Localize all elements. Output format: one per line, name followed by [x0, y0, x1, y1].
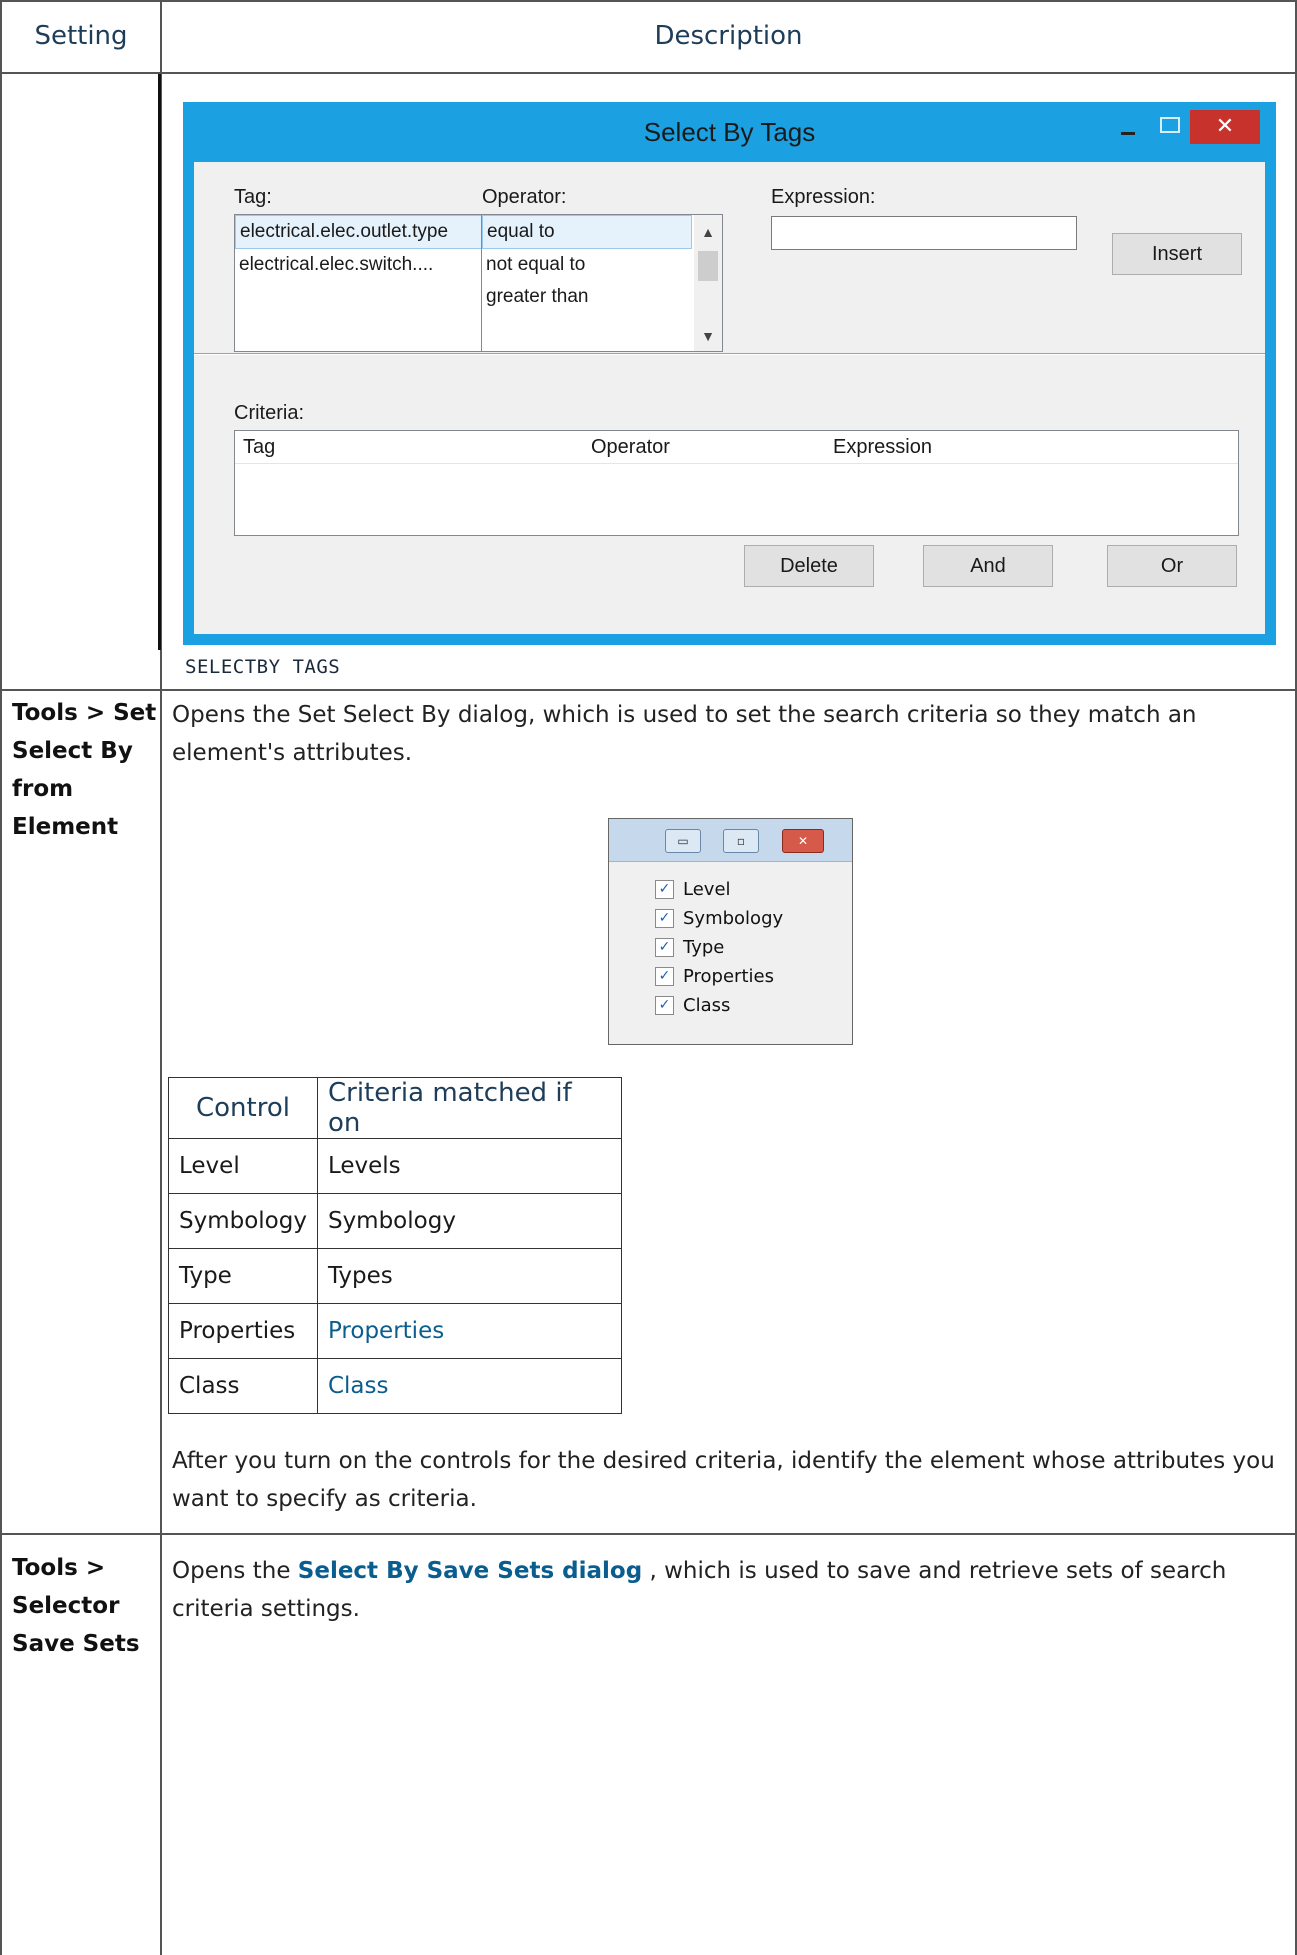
- table-cell: Symbology: [168, 1193, 318, 1249]
- dialog-title-bar: ▭ ▫ ✕: [609, 819, 852, 862]
- column-header-criteria: Criteria matched if on: [316, 1077, 622, 1139]
- row-divider: [0, 1533, 1297, 1535]
- checkbox-label: Level: [683, 878, 731, 900]
- restore-icon[interactable]: ▫: [723, 829, 759, 853]
- operator-scrollbar[interactable]: ▲ ▼: [694, 215, 722, 351]
- divider: [194, 354, 1265, 355]
- class-link[interactable]: Class: [316, 1358, 622, 1414]
- column-header-control: Control: [168, 1077, 318, 1139]
- minimize-icon[interactable]: [1115, 118, 1143, 146]
- list-item[interactable]: greater than: [482, 281, 722, 313]
- expression-input[interactable]: [771, 216, 1077, 250]
- set-select-by-dialog: ▭ ▫ ✕ ✓ Level ✓ Symbology ✓ Type ✓ Prope…: [608, 818, 853, 1045]
- table-row: Properties Properties: [168, 1303, 622, 1359]
- table-row: Level Levels: [168, 1138, 622, 1194]
- select-by-save-sets-link[interactable]: Select By Save Sets dialog: [298, 1558, 642, 1584]
- after-text: After you turn on the controls for the d…: [172, 1448, 1275, 1512]
- checkbox-icon[interactable]: ✓: [655, 879, 674, 899]
- checkbox-type[interactable]: ✓ Type: [655, 933, 724, 961]
- set-select-by-description: Opens the Set Select By dialog, which is…: [172, 702, 1197, 766]
- checkbox-class[interactable]: ✓ Class: [655, 991, 730, 1019]
- checkbox-level[interactable]: ✓ Level: [655, 875, 731, 903]
- select-by-tags-dialog: Select By Tags ✕ Tag: electrical.elec.ou…: [183, 102, 1276, 645]
- list-item[interactable]: electrical.elec.outlet.type: [235, 215, 505, 249]
- checkbox-icon[interactable]: ✓: [655, 995, 674, 1015]
- image-edge: [158, 74, 161, 650]
- close-icon[interactable]: ✕: [1190, 110, 1260, 144]
- scroll-thumb[interactable]: [698, 251, 718, 281]
- column-header-operator[interactable]: Operator: [591, 431, 670, 463]
- checkbox-properties[interactable]: ✓ Properties: [655, 962, 774, 990]
- column-header-tag[interactable]: Tag: [243, 431, 275, 463]
- table-cell: Symbology: [316, 1193, 622, 1249]
- operator-label: Operator:: [482, 186, 567, 208]
- criteria-grid[interactable]: Tag Operator Expression: [234, 430, 1239, 536]
- table-cell: Properties: [168, 1303, 318, 1359]
- table-cell: Types: [316, 1248, 622, 1304]
- table-cell: Type: [168, 1248, 318, 1304]
- dialog-body: Tag: electrical.elec.outlet.type electri…: [194, 162, 1265, 634]
- save-sets-description: Opens the Select By Save Sets dialog , w…: [172, 1552, 1282, 1628]
- expression-label: Expression:: [771, 186, 876, 208]
- list-item[interactable]: not equal to: [482, 249, 722, 281]
- or-button[interactable]: Or: [1107, 545, 1237, 587]
- list-item[interactable]: electrical.elec.switch....: [235, 249, 505, 281]
- image-caption: SELECTBY TAGS: [185, 656, 341, 678]
- header-divider: [0, 72, 1297, 74]
- checkbox-label: Type: [683, 936, 725, 958]
- dialog-title: Select By Tags: [643, 117, 816, 147]
- setting-set-select-by: Tools > Set Select By from Element: [12, 700, 157, 840]
- table-row: Type Types: [168, 1248, 622, 1304]
- criteria-grid-header: Tag Operator Expression: [235, 431, 1238, 464]
- checkbox-icon[interactable]: ✓: [655, 966, 674, 986]
- documentation-table: Setting Description Select By Tags ✕ Tag…: [0, 0, 1297, 1955]
- checkbox-label: Symbology: [683, 907, 784, 929]
- tag-listbox[interactable]: electrical.elec.outlet.type electrical.e…: [234, 214, 506, 352]
- table-cell: Class: [168, 1358, 318, 1414]
- checkbox-symbology[interactable]: ✓ Symbology: [655, 904, 783, 932]
- checkbox-icon[interactable]: ✓: [655, 908, 674, 928]
- header-description: Description: [654, 21, 803, 51]
- tag-label: Tag:: [234, 186, 272, 208]
- minimize-icon[interactable]: ▭: [665, 829, 701, 853]
- table-row: Class Class: [168, 1358, 622, 1414]
- table-header-row: Control Criteria matched if on: [168, 1077, 622, 1139]
- table-border-left: [0, 0, 2, 1955]
- row-divider: [0, 689, 1297, 691]
- checkbox-label: Properties: [683, 965, 774, 987]
- table-row: Symbology Symbology: [168, 1193, 622, 1249]
- table-cell: Levels: [316, 1138, 622, 1194]
- and-button[interactable]: And: [923, 545, 1053, 587]
- checkbox-icon[interactable]: ✓: [655, 937, 674, 957]
- criteria-label: Criteria:: [234, 402, 305, 424]
- close-icon[interactable]: ✕: [782, 829, 824, 853]
- header-setting: Setting: [34, 21, 128, 51]
- list-item[interactable]: equal to: [482, 215, 692, 249]
- delete-button[interactable]: Delete: [744, 545, 874, 587]
- column-header-expression[interactable]: Expression: [833, 431, 932, 463]
- scroll-down-icon[interactable]: ▼: [694, 323, 722, 349]
- insert-button[interactable]: Insert: [1112, 233, 1242, 275]
- criteria-table: Control Criteria matched if on Level Lev…: [168, 1077, 622, 1414]
- description-text: Opens the: [172, 1558, 298, 1584]
- scroll-up-icon[interactable]: ▲: [694, 219, 722, 245]
- operator-listbox[interactable]: equal to not equal to greater than ▲ ▼: [481, 214, 723, 352]
- maximize-icon[interactable]: [1157, 114, 1181, 134]
- table-cell: Level: [168, 1138, 318, 1194]
- properties-link[interactable]: Properties: [316, 1303, 622, 1359]
- checkbox-label: Class: [683, 994, 731, 1016]
- setting-selector-save-sets: Tools > Selector Save Sets: [12, 1555, 140, 1657]
